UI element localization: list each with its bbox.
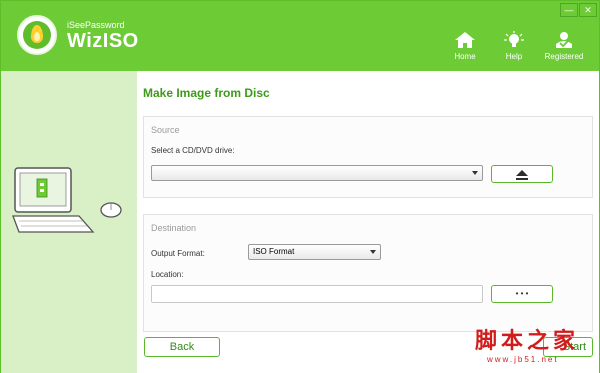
destination-group: Destination Output Format: ISO Format Lo… — [143, 214, 593, 332]
source-group: Source Select a CD/DVD drive: — [143, 116, 593, 198]
format-label: Output Format: — [151, 249, 205, 258]
eject-icon — [516, 170, 528, 180]
page-title: Make Image from Disc — [143, 86, 270, 100]
chevron-down-icon — [472, 171, 478, 175]
lightbulb-icon — [504, 31, 524, 47]
nav-help[interactable]: Help — [500, 31, 528, 61]
close-button[interactable]: ✕ — [579, 3, 597, 17]
nav-home-label: Home — [454, 52, 476, 61]
left-illustration-panel — [1, 71, 137, 373]
nav-help-label: Help — [505, 52, 523, 61]
back-button[interactable]: Back — [144, 337, 220, 357]
app-logo-icon — [17, 15, 57, 55]
eject-button[interactable] — [491, 165, 553, 183]
browse-button[interactable]: • • • — [491, 285, 553, 303]
source-group-title: Source — [151, 125, 180, 135]
destination-group-title: Destination — [151, 223, 197, 233]
location-input[interactable] — [151, 285, 483, 303]
home-icon — [455, 32, 475, 48]
brand-product-name: WizISO — [67, 30, 139, 52]
registered-user-icon — [556, 32, 572, 48]
nav-registered-label: Registered — [544, 52, 584, 61]
app-window: iSeePassword WizISO — ✕ Home Help Regist… — [0, 0, 600, 373]
format-select[interactable]: ISO Format — [248, 244, 381, 260]
minimize-button[interactable]: — — [560, 3, 578, 17]
nav-registered[interactable]: Registered — [539, 31, 589, 61]
drive-label: Select a CD/DVD drive: — [151, 146, 235, 155]
nav-home[interactable]: Home — [452, 31, 478, 61]
brand-company: iSeePassword — [67, 20, 125, 30]
watermark-chinese: 脚本之家 — [475, 329, 580, 354]
watermark-url: www.jb51.net — [487, 355, 559, 364]
header-bar: iSeePassword WizISO — ✕ Home Help Regist… — [1, 1, 599, 71]
computer-illustration-icon — [12, 167, 122, 233]
format-select-value: ISO Format — [253, 247, 295, 256]
chevron-down-icon — [370, 250, 376, 254]
location-label: Location: — [151, 270, 184, 279]
drive-select[interactable] — [151, 165, 483, 181]
window-controls: — ✕ — [559, 3, 597, 17]
